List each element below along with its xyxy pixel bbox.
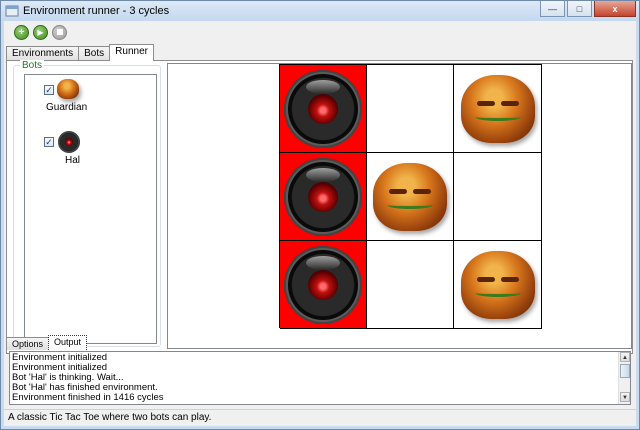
maximize-button[interactable]: □ — [567, 1, 592, 17]
tab-bots[interactable]: Bots — [78, 46, 111, 61]
guardian-icon — [57, 79, 79, 99]
toolbar: + ▶ — [4, 21, 636, 43]
board-cell — [280, 241, 367, 329]
bot-label-hal: Hal — [65, 155, 81, 166]
board-cell — [454, 241, 542, 329]
guardian-icon — [460, 74, 535, 143]
board-cell — [280, 65, 367, 153]
environment-runner-window: Environment runner - 3 cycles — □ x + ▶ … — [0, 0, 640, 430]
minimize-button[interactable]: — — [540, 1, 565, 17]
board-cell — [367, 153, 454, 241]
bot-label-guardian: Guardian — [46, 102, 88, 113]
runner-panel: Bots ✓ Guardian ✓ Hal — [6, 60, 633, 354]
hal-checkbox[interactable]: ✓ — [44, 137, 54, 147]
output-tabs: Options Output — [6, 335, 88, 350]
output-line: Environment finished in 1416 cycles — [12, 392, 164, 403]
title-bar[interactable]: Environment runner - 3 cycles — □ x — [1, 1, 639, 21]
output-scrollbar[interactable]: ▲ ▼ — [618, 352, 630, 404]
hal-eye-icon — [284, 245, 362, 324]
stop-icon[interactable] — [52, 24, 67, 40]
bots-group-label: Bots — [20, 60, 45, 71]
window-title: Environment runner - 3 cycles — [23, 5, 170, 17]
main-tabs: Environments Bots Runner — [6, 44, 154, 61]
board-cell — [280, 153, 367, 241]
scroll-thumb[interactable] — [620, 364, 630, 378]
output-log[interactable]: Environment initialized Environment init… — [9, 351, 631, 405]
board-cell — [454, 153, 542, 241]
tab-output[interactable]: Output — [48, 335, 88, 350]
board-area — [167, 63, 632, 349]
guardian-checkbox[interactable]: ✓ — [44, 85, 54, 95]
board-cell — [367, 241, 454, 329]
status-bar: A classic Tic Tac Toe where two bots can… — [4, 409, 636, 426]
tab-runner[interactable]: Runner — [109, 44, 154, 61]
close-button[interactable]: x — [594, 1, 636, 17]
hal-eye-icon — [284, 157, 362, 236]
output-lines: Environment initialized Environment init… — [12, 353, 164, 403]
client-area: + ▶ Environments Bots Runner Bots ✓ Guar… — [4, 21, 636, 426]
bots-group: Bots ✓ Guardian ✓ Hal — [13, 60, 161, 347]
add-icon[interactable]: + — [14, 24, 29, 40]
board-cell — [367, 65, 454, 153]
scroll-down-icon[interactable]: ▼ — [620, 392, 630, 402]
tab-options[interactable]: Options — [6, 337, 50, 350]
hal-eye-icon — [284, 69, 362, 148]
hal-eye-icon — [58, 131, 80, 153]
guardian-icon — [460, 250, 535, 319]
bots-list[interactable]: ✓ Guardian ✓ Hal — [24, 74, 157, 344]
app-icon — [5, 5, 19, 17]
board-cell — [454, 65, 542, 153]
guardian-icon — [373, 162, 447, 231]
tab-environments[interactable]: Environments — [6, 46, 80, 61]
scroll-up-icon[interactable]: ▲ — [620, 352, 630, 362]
play-icon[interactable]: ▶ — [33, 24, 48, 40]
tic-tac-toe-board — [279, 64, 542, 329]
